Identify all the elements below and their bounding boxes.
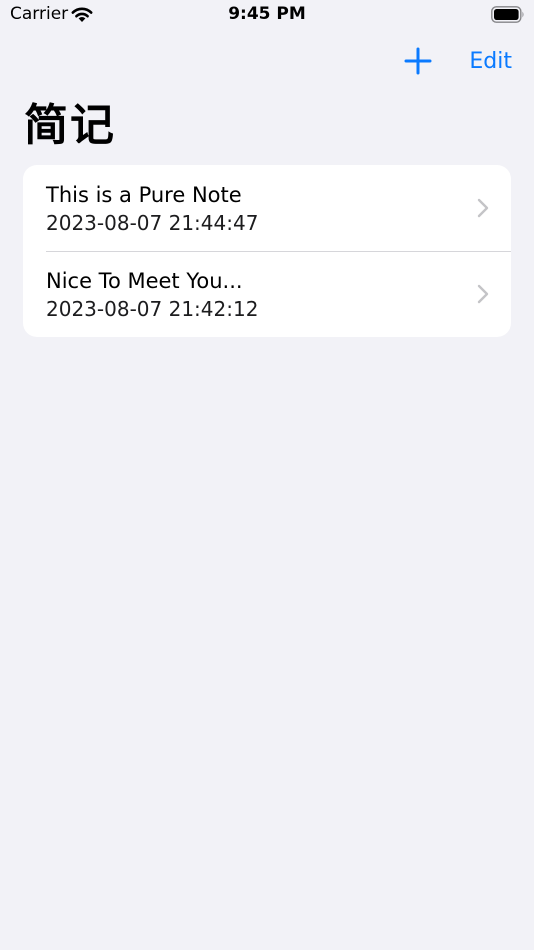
note-title: This is a Pure Note	[46, 183, 242, 207]
note-row[interactable]: Nice To Meet You... 2023-08-07 21:42:12	[23, 251, 511, 337]
page-title: 简记	[24, 100, 116, 151]
chevron-right-icon	[477, 284, 489, 304]
plus-icon	[404, 47, 432, 75]
note-row[interactable]: This is a Pure Note 2023-08-07 21:44:47	[23, 165, 511, 251]
chevron-right-icon	[477, 198, 489, 218]
status-bar: Carrier 9:45 PM	[0, 0, 534, 30]
edit-button[interactable]: Edit	[469, 46, 512, 76]
note-title: Nice To Meet You...	[46, 269, 243, 293]
notes-list: This is a Pure Note 2023-08-07 21:44:47 …	[23, 165, 511, 337]
status-time: 9:45 PM	[228, 4, 306, 24]
note-date: 2023-08-07 21:42:12	[46, 297, 259, 321]
add-note-button[interactable]	[403, 46, 433, 76]
battery-icon	[491, 6, 524, 23]
screen: Carrier 9:45 PM Edit 简记 This is a Pure N…	[0, 0, 534, 950]
note-date: 2023-08-07 21:44:47	[46, 211, 259, 235]
